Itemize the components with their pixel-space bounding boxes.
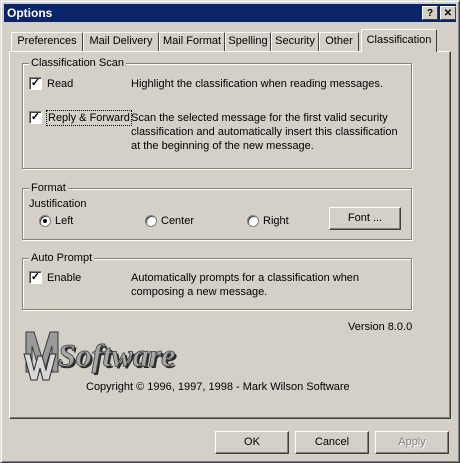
window-title: Options — [7, 6, 53, 20]
reply-forward-checkbox[interactable]: ✓ — [29, 111, 42, 124]
tab-other[interactable]: Other — [319, 32, 359, 51]
help-button[interactable]: ? — [422, 6, 438, 20]
reply-forward-label[interactable]: Reply & Forward — [46, 110, 132, 126]
tab-strip: Preferences Mail Delivery Mail Format Sp… — [9, 29, 449, 53]
format-title: Format — [29, 181, 68, 195]
tab-security[interactable]: Security — [271, 32, 319, 51]
read-description: Highlight the classification when readin… — [131, 78, 383, 90]
classification-scan-title: Classification Scan — [29, 56, 126, 70]
close-button[interactable]: ✕ — [440, 6, 456, 20]
options-dialog: Options ? ✕ Preferences Mail Delivery Ma… — [0, 0, 460, 463]
version-text: Version 8.0.0 — [348, 321, 413, 333]
auto-prompt-title: Auto Prompt — [29, 251, 95, 265]
font-button[interactable]: Font ... — [329, 207, 401, 230]
enable-label[interactable]: Enable — [47, 271, 81, 285]
check-icon: ✓ — [30, 271, 41, 283]
close-icon: ✕ — [443, 8, 453, 19]
title-bar[interactable]: Options ? ✕ — [4, 4, 456, 22]
logo-text: Software — [58, 337, 175, 373]
read-label[interactable]: Read — [47, 77, 73, 91]
center-label[interactable]: Center — [161, 214, 194, 228]
check-icon: ✓ — [30, 111, 41, 123]
format-group: Format Justification Left Center Right F… — [22, 181, 412, 240]
tab-mail-format[interactable]: Mail Format — [159, 32, 225, 51]
left-label[interactable]: Left — [55, 214, 73, 228]
left-radio[interactable] — [39, 215, 51, 227]
enable-description: Automatically prompts for a classificati… — [131, 272, 360, 298]
enable-checkbox[interactable]: ✓ — [29, 271, 42, 284]
classification-panel: Classification Scan ✓ Read Highlight the… — [9, 51, 451, 419]
auto-prompt-group: Auto Prompt ✓ Enable Automatically promp… — [22, 251, 412, 310]
copyright-text: Copyright © 1996, 1997, 1998 - Mark Wils… — [86, 381, 350, 393]
tab-preferences[interactable]: Preferences — [11, 32, 83, 51]
apply-button[interactable]: Apply — [375, 431, 449, 454]
reply-forward-description: Scan the selected message for the first … — [131, 112, 398, 152]
tab-classification[interactable]: Classification — [361, 29, 437, 52]
justification-label: Justification — [29, 198, 87, 210]
software-logo: Software Software — [23, 331, 177, 381]
check-icon: ✓ — [30, 77, 41, 89]
right-radio[interactable] — [247, 215, 259, 227]
ok-button[interactable]: OK — [215, 431, 289, 454]
radio-selected-dot — [43, 219, 47, 223]
question-mark-icon: ? — [426, 8, 434, 19]
mw-monogram — [23, 331, 59, 381]
right-label[interactable]: Right — [263, 214, 289, 228]
center-radio[interactable] — [145, 215, 157, 227]
cancel-button[interactable]: Cancel — [295, 431, 369, 454]
tab-mail-delivery[interactable]: Mail Delivery — [83, 32, 159, 51]
tab-spelling[interactable]: Spelling — [225, 32, 271, 51]
read-checkbox[interactable]: ✓ — [29, 77, 42, 90]
classification-scan-group: Classification Scan ✓ Read Highlight the… — [22, 56, 412, 169]
